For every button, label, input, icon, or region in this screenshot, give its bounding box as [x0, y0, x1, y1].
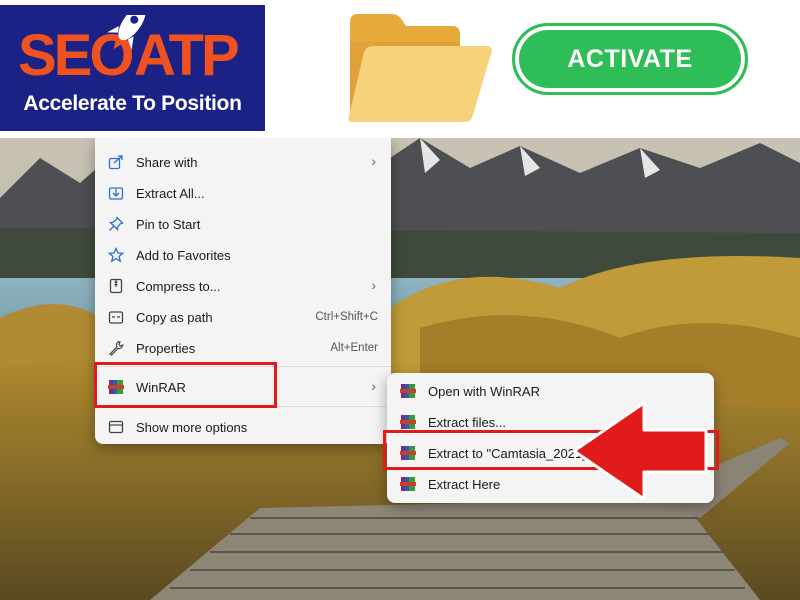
extract-all-icon	[108, 187, 124, 200]
svg-text:ATP: ATP	[134, 23, 238, 88]
submenu-item-label: Open with WinRAR	[428, 384, 540, 399]
pin-icon	[108, 216, 124, 232]
menu-item-properties[interactable]: Properties Alt+Enter	[95, 333, 391, 363]
menu-item-label: Pin to Start	[136, 217, 201, 232]
red-arrow-pointer-icon	[572, 401, 708, 501]
wrench-icon	[109, 340, 124, 356]
seoatp-logo-mark: SEO ATP	[18, 15, 241, 88]
menu-item-label: Show more options	[136, 420, 248, 435]
more-options-icon	[108, 420, 124, 434]
svg-text:SEO: SEO	[18, 23, 132, 88]
menu-item-show-more-options[interactable]: Show more options	[95, 412, 391, 442]
star-icon	[108, 247, 124, 263]
menu-item-compress-to[interactable]: Compress to... ›	[95, 271, 391, 301]
winrar-icon	[400, 414, 416, 430]
menu-item-label: Add to Favorites	[136, 248, 231, 263]
menu-item-copy-as-path[interactable]: Copy as path Ctrl+Shift+C	[95, 302, 391, 332]
menu-item-label: Properties	[136, 341, 196, 356]
menu-item-add-to-favorites[interactable]: Add to Favorites	[95, 240, 391, 270]
shortcut-text: Ctrl+Shift+C	[315, 311, 378, 323]
menu-item-label: Compress to...	[136, 279, 221, 294]
winrar-icon	[400, 383, 416, 399]
chevron-right-icon: ›	[371, 277, 376, 293]
compress-icon	[109, 278, 123, 294]
logo-tagline: Accelerate To Position	[23, 92, 242, 115]
menu-item-share-with[interactable]: Share with ›	[95, 147, 391, 177]
menu-item-label: Copy as path	[136, 310, 213, 325]
submenu-item-label: Extract Here	[428, 477, 501, 492]
menu-item-label: Share with	[136, 155, 198, 170]
chevron-right-icon: ›	[371, 378, 376, 394]
winrar-icon	[400, 476, 416, 492]
winrar-highlight-box	[94, 362, 277, 408]
menu-item-label: Extract All...	[136, 186, 205, 201]
chevron-right-icon: ›	[371, 153, 376, 169]
menu-item-pin-to-start[interactable]: Pin to Start	[95, 209, 391, 239]
shortcut-text: Alt+Enter	[330, 342, 378, 354]
folder-icon	[348, 14, 492, 122]
seoatp-logo: SEO ATP Accelerate To Position	[0, 5, 265, 131]
submenu-item-label: Extract files...	[428, 415, 507, 430]
desktop-background: Share with › Extract All... Pin to Start…	[0, 138, 800, 600]
activate-button[interactable]: ACTIVATE	[512, 23, 748, 95]
share-icon	[108, 155, 123, 170]
copy-path-icon	[108, 311, 124, 324]
menu-item-extract-all[interactable]: Extract All...	[95, 178, 391, 208]
